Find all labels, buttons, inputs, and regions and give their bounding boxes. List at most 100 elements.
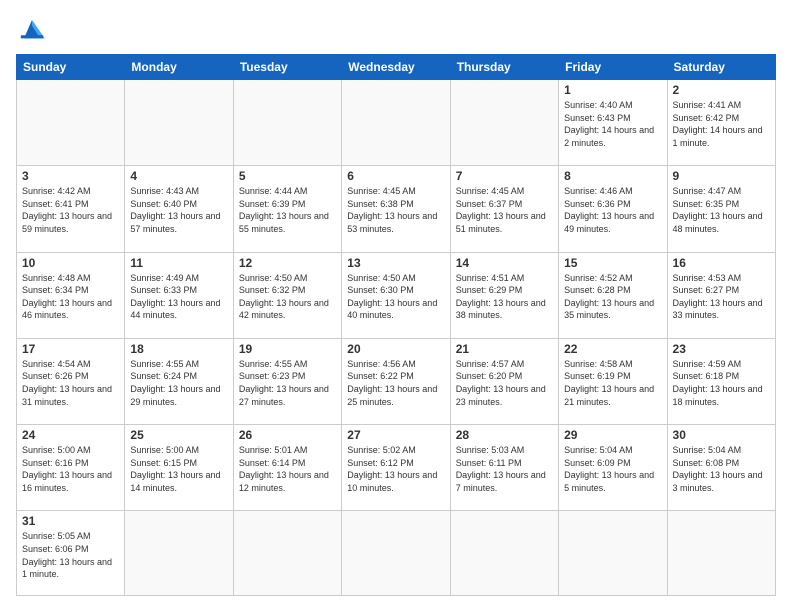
day-number: 20 [347, 342, 444, 356]
day-number: 5 [239, 169, 336, 183]
day-number: 12 [239, 256, 336, 270]
day-cell: 10 Sunrise: 4:48 AM Sunset: 6:34 PM Dayli… [17, 252, 125, 338]
day-number: 29 [564, 428, 661, 442]
day-cell [233, 80, 341, 166]
day-cell: 29 Sunrise: 5:04 AM Sunset: 6:09 PM Dayli… [559, 425, 667, 511]
day-number: 30 [673, 428, 770, 442]
day-cell: 13Sunrise: 4:50 AM Sunset: 6:30 PM Dayli… [342, 252, 450, 338]
day-number: 18 [130, 342, 227, 356]
day-cell: 1 Sunrise: 4:40 AM Sunset: 6:43 PM Daylig… [559, 80, 667, 166]
week-row-0: 1 Sunrise: 4:40 AM Sunset: 6:43 PM Daylig… [17, 80, 776, 166]
logo-icon [16, 16, 48, 44]
day-number: 13 [347, 256, 444, 270]
day-cell [342, 511, 450, 596]
header [16, 16, 776, 44]
day-cell: 6 Sunrise: 4:45 AM Sunset: 6:38 PM Daylig… [342, 166, 450, 252]
day-cell: 14Sunrise: 4:51 AM Sunset: 6:29 PM Dayli… [450, 252, 558, 338]
day-info: Sunrise: 4:40 AM Sunset: 6:43 PM Dayligh… [564, 99, 661, 149]
day-cell: 28 Sunrise: 5:03 AM Sunset: 6:11 PM Dayli… [450, 425, 558, 511]
day-info: Sunrise: 4:53 AM Sunset: 6:27 PM Dayligh… [673, 272, 770, 322]
day-number: 31 [22, 514, 119, 528]
day-cell: 31 Sunrise: 5:05 AM Sunset: 6:06 PM Dayli… [17, 511, 125, 596]
day-number: 24 [22, 428, 119, 442]
day-number: 7 [456, 169, 553, 183]
day-cell: 22 Sunrise: 4:58 AM Sunset: 6:19 PM Dayli… [559, 338, 667, 424]
day-header-thursday: Thursday [450, 55, 558, 80]
day-info: Sunrise: 4:45 AM Sunset: 6:38 PM Dayligh… [347, 185, 444, 235]
day-cell: 17 Sunrise: 4:54 AM Sunset: 6:26 PM Dayli… [17, 338, 125, 424]
calendar-table: SundayMondayTuesdayWednesdayThursdayFrid… [16, 54, 776, 596]
day-info: Sunrise: 5:04 AM Sunset: 6:09 PM Dayligh… [564, 444, 661, 494]
day-number: 9 [673, 169, 770, 183]
header-row: SundayMondayTuesdayWednesdayThursdayFrid… [17, 55, 776, 80]
day-cell: 18 Sunrise: 4:55 AM Sunset: 6:24 PM Dayli… [125, 338, 233, 424]
day-number: 19 [239, 342, 336, 356]
day-cell [342, 80, 450, 166]
day-number: 10 [22, 256, 119, 270]
day-number: 4 [130, 169, 227, 183]
day-number: 25 [130, 428, 227, 442]
day-info: Sunrise: 5:05 AM Sunset: 6:06 PM Dayligh… [22, 530, 119, 580]
day-cell: 30Sunrise: 5:04 AM Sunset: 6:08 PM Dayli… [667, 425, 775, 511]
day-cell: 26 Sunrise: 5:01 AM Sunset: 6:14 PM Dayli… [233, 425, 341, 511]
day-cell: 15 Sunrise: 4:52 AM Sunset: 6:28 PM Dayli… [559, 252, 667, 338]
day-cell: 9 Sunrise: 4:47 AM Sunset: 6:35 PM Daylig… [667, 166, 775, 252]
day-info: Sunrise: 4:43 AM Sunset: 6:40 PM Dayligh… [130, 185, 227, 235]
week-row-1: 3 Sunrise: 4:42 AM Sunset: 6:41 PM Daylig… [17, 166, 776, 252]
day-cell: 4 Sunrise: 4:43 AM Sunset: 6:40 PM Daylig… [125, 166, 233, 252]
day-number: 3 [22, 169, 119, 183]
day-number: 15 [564, 256, 661, 270]
day-cell [450, 80, 558, 166]
day-cell: 25 Sunrise: 5:00 AM Sunset: 6:15 PM Dayli… [125, 425, 233, 511]
day-number: 28 [456, 428, 553, 442]
day-info: Sunrise: 4:56 AM Sunset: 6:22 PM Dayligh… [347, 358, 444, 408]
day-number: 22 [564, 342, 661, 356]
day-info: Sunrise: 4:59 AM Sunset: 6:18 PM Dayligh… [673, 358, 770, 408]
day-number: 6 [347, 169, 444, 183]
day-info: Sunrise: 4:54 AM Sunset: 6:26 PM Dayligh… [22, 358, 119, 408]
logo [16, 16, 52, 44]
day-info: Sunrise: 4:46 AM Sunset: 6:36 PM Dayligh… [564, 185, 661, 235]
day-info: Sunrise: 4:48 AM Sunset: 6:34 PM Dayligh… [22, 272, 119, 322]
day-cell: 5 Sunrise: 4:44 AM Sunset: 6:39 PM Daylig… [233, 166, 341, 252]
day-cell: 21 Sunrise: 4:57 AM Sunset: 6:20 PM Dayli… [450, 338, 558, 424]
week-row-3: 17 Sunrise: 4:54 AM Sunset: 6:26 PM Dayli… [17, 338, 776, 424]
day-info: Sunrise: 5:00 AM Sunset: 6:16 PM Dayligh… [22, 444, 119, 494]
day-number: 1 [564, 83, 661, 97]
day-number: 8 [564, 169, 661, 183]
day-header-monday: Monday [125, 55, 233, 80]
day-header-wednesday: Wednesday [342, 55, 450, 80]
day-info: Sunrise: 5:01 AM Sunset: 6:14 PM Dayligh… [239, 444, 336, 494]
page: SundayMondayTuesdayWednesdayThursdayFrid… [0, 0, 792, 612]
week-row-2: 10 Sunrise: 4:48 AM Sunset: 6:34 PM Dayli… [17, 252, 776, 338]
day-info: Sunrise: 4:44 AM Sunset: 6:39 PM Dayligh… [239, 185, 336, 235]
day-info: Sunrise: 4:52 AM Sunset: 6:28 PM Dayligh… [564, 272, 661, 322]
day-info: Sunrise: 5:00 AM Sunset: 6:15 PM Dayligh… [130, 444, 227, 494]
day-info: Sunrise: 5:03 AM Sunset: 6:11 PM Dayligh… [456, 444, 553, 494]
day-number: 11 [130, 256, 227, 270]
day-info: Sunrise: 4:47 AM Sunset: 6:35 PM Dayligh… [673, 185, 770, 235]
day-info: Sunrise: 4:58 AM Sunset: 6:19 PM Dayligh… [564, 358, 661, 408]
day-cell: 2Sunrise: 4:41 AM Sunset: 6:42 PM Daylig… [667, 80, 775, 166]
day-number: 2 [673, 83, 770, 97]
day-cell: 16 Sunrise: 4:53 AM Sunset: 6:27 PM Dayli… [667, 252, 775, 338]
day-cell: 7Sunrise: 4:45 AM Sunset: 6:37 PM Daylig… [450, 166, 558, 252]
day-number: 26 [239, 428, 336, 442]
day-cell: 3 Sunrise: 4:42 AM Sunset: 6:41 PM Daylig… [17, 166, 125, 252]
day-info: Sunrise: 4:49 AM Sunset: 6:33 PM Dayligh… [130, 272, 227, 322]
day-cell: 11 Sunrise: 4:49 AM Sunset: 6:33 PM Dayli… [125, 252, 233, 338]
day-info: Sunrise: 5:02 AM Sunset: 6:12 PM Dayligh… [347, 444, 444, 494]
day-number: 21 [456, 342, 553, 356]
day-info: Sunrise: 4:55 AM Sunset: 6:24 PM Dayligh… [130, 358, 227, 408]
day-number: 16 [673, 256, 770, 270]
day-cell: 27Sunrise: 5:02 AM Sunset: 6:12 PM Dayli… [342, 425, 450, 511]
day-info: Sunrise: 4:42 AM Sunset: 6:41 PM Dayligh… [22, 185, 119, 235]
day-number: 17 [22, 342, 119, 356]
day-cell [667, 511, 775, 596]
day-number: 23 [673, 342, 770, 356]
day-number: 14 [456, 256, 553, 270]
day-cell: 23 Sunrise: 4:59 AM Sunset: 6:18 PM Dayli… [667, 338, 775, 424]
day-cell [17, 80, 125, 166]
day-info: Sunrise: 4:57 AM Sunset: 6:20 PM Dayligh… [456, 358, 553, 408]
day-header-saturday: Saturday [667, 55, 775, 80]
